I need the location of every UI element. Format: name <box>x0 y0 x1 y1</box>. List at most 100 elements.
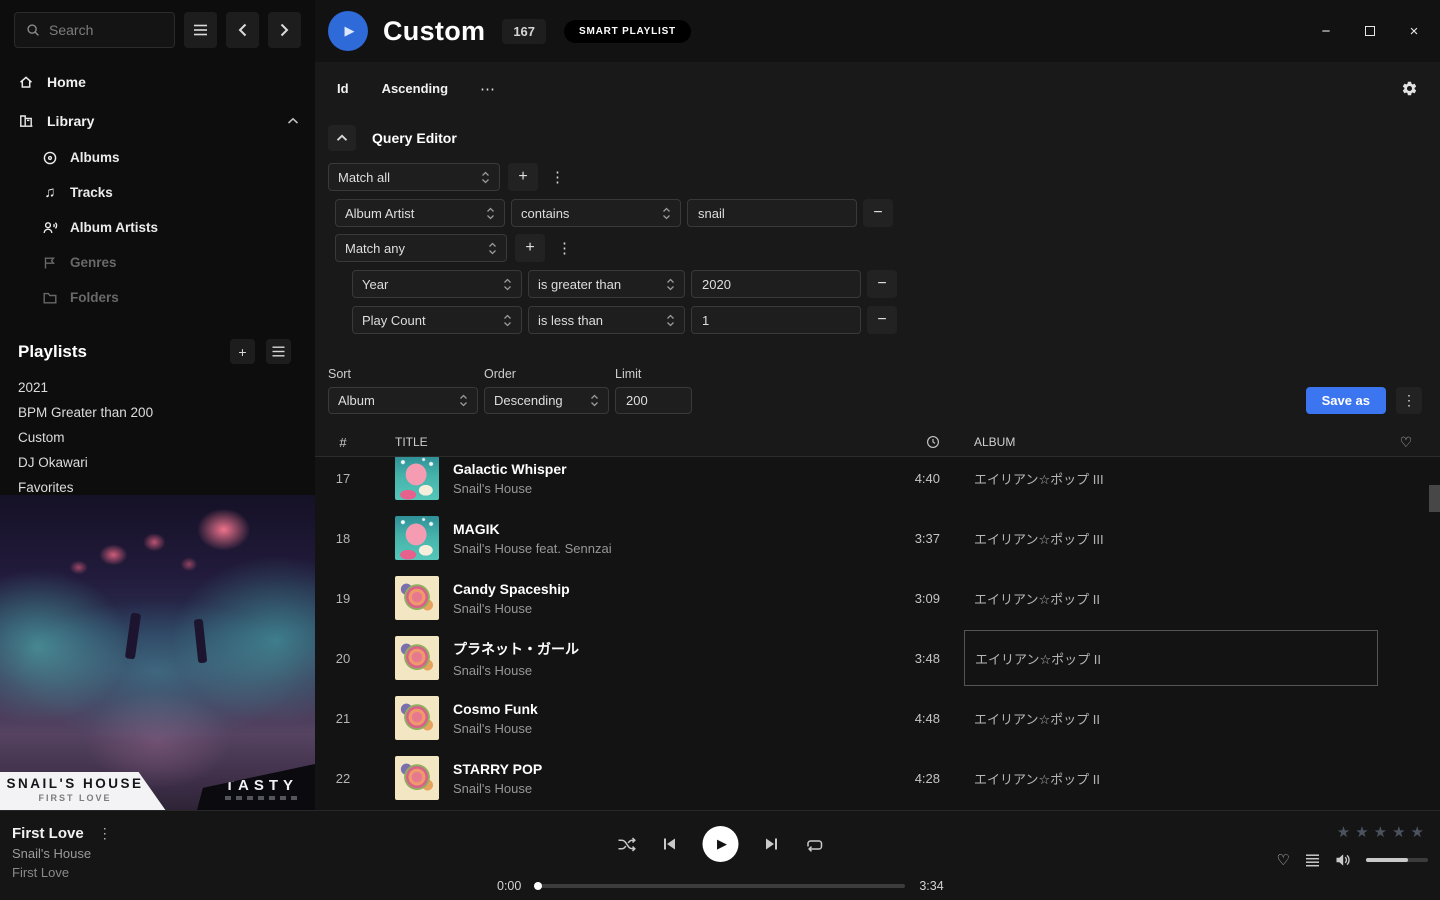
favorite-button[interactable]: ♡ <box>1277 851 1290 869</box>
next-button[interactable] <box>765 837 779 851</box>
vertical-scrollbar[interactable] <box>1429 485 1440 512</box>
remove-rule-button[interactable]: − <box>867 306 897 334</box>
nav-forward-button[interactable] <box>268 12 301 48</box>
sidebar-item-album-artists[interactable]: Album Artists <box>0 210 315 245</box>
search-input[interactable]: Search <box>14 12 175 48</box>
now-playing-artwork[interactable]: SNAIL'S HOUSE FIRST LOVE TASTY <box>0 495 315 810</box>
star-icon[interactable]: ★ <box>1392 823 1405 841</box>
queue-button[interactable] <box>1305 854 1320 867</box>
track-artwork <box>395 756 439 800</box>
rule-value-input[interactable]: snail <box>687 199 857 227</box>
menu-button[interactable] <box>184 12 217 48</box>
nav-back-button[interactable] <box>226 12 259 48</box>
table-row[interactable]: 19 Candy Spaceship Snail's House 3:09 エイ… <box>315 568 1440 628</box>
rule-operator-select[interactable]: contains <box>511 199 681 227</box>
sidebar-item-library[interactable]: Library <box>0 101 315 140</box>
chevron-right-icon <box>280 23 289 37</box>
seek-handle[interactable] <box>534 882 542 890</box>
query-limit-input[interactable]: 200 <box>615 387 692 414</box>
track-artwork <box>395 636 439 680</box>
match-type-select[interactable]: Match all <box>328 163 500 191</box>
now-playing-artist[interactable]: Snail's House <box>12 846 112 861</box>
next-icon <box>765 837 779 851</box>
window-maximize-button[interactable] <box>1354 16 1386 46</box>
add-playlist-button[interactable]: + <box>230 339 255 364</box>
shuffle-button[interactable] <box>618 837 637 852</box>
window-minimize-button[interactable]: − <box>1310 16 1342 46</box>
playlist-item[interactable]: BPM Greater than 200 <box>0 400 315 425</box>
table-row[interactable]: 18 MAGIK Snail's House feat. Sennzai 3:3… <box>315 508 1440 568</box>
chevron-up-icon[interactable] <box>287 117 299 125</box>
speaker-icon <box>1335 853 1351 867</box>
rule-field-select[interactable]: Year <box>352 270 522 298</box>
close-icon: × <box>1410 23 1419 40</box>
star-icon[interactable]: ★ <box>1355 823 1368 841</box>
star-icon[interactable]: ★ <box>1337 823 1350 841</box>
sidebar-item-label: Library <box>47 113 94 129</box>
query-options-button[interactable]: ⋮ <box>1396 387 1422 414</box>
settings-button[interactable] <box>1401 80 1418 97</box>
more-options-button[interactable]: ⋯ <box>480 80 496 98</box>
volume-button[interactable] <box>1335 853 1351 867</box>
query-sort-row: Sort Album Order Descending <box>315 365 1440 428</box>
query-editor: Query Editor Match all + ⋮ <box>315 115 1440 365</box>
window-close-button[interactable]: × <box>1398 16 1430 46</box>
artwork-label-banner: TASTY <box>197 764 315 810</box>
seek-slider[interactable] <box>535 884 905 888</box>
sort-order-button[interactable]: Ascending <box>382 81 448 96</box>
star-icon[interactable]: ★ <box>1411 823 1424 841</box>
sidebar-item-genres[interactable]: Genres <box>0 245 315 280</box>
playlist-list-button[interactable] <box>266 339 291 364</box>
column-index[interactable]: # <box>315 435 371 450</box>
artwork-title: FIRST LOVE <box>0 793 150 803</box>
play-playlist-button[interactable]: ▶ <box>328 11 368 51</box>
query-order-select[interactable]: Descending <box>484 387 609 414</box>
add-rule-button[interactable]: + <box>515 234 545 262</box>
save-as-button[interactable]: Save as <box>1306 387 1386 414</box>
sidebar-item-folders[interactable]: Folders <box>0 280 315 315</box>
playlist-item[interactable]: DJ Okawari <box>0 450 315 475</box>
table-row[interactable]: 20 プラネット・ガール Snail's House 3:48 エイリアン☆ポッ… <box>315 628 1440 688</box>
remove-rule-button[interactable]: − <box>863 199 893 227</box>
repeat-button[interactable] <box>805 837 823 852</box>
group-options-button[interactable]: ⋮ <box>553 239 576 257</box>
duration-column-clock-icon[interactable] <box>926 435 940 449</box>
favorite-column-heart-icon[interactable]: ♡ <box>1400 434 1413 451</box>
column-album[interactable]: ALBUM <box>974 435 1384 449</box>
column-title[interactable]: TITLE <box>395 435 850 449</box>
match-type-select[interactable]: Match any <box>335 234 507 262</box>
sidebar-item-label: Album Artists <box>70 220 158 235</box>
plus-icon: + <box>518 168 527 186</box>
star-icon[interactable]: ★ <box>1374 823 1387 841</box>
focused-album-cell[interactable]: エイリアン☆ポップ II <box>964 630 1378 686</box>
remove-rule-button[interactable]: − <box>867 270 897 298</box>
sidebar-item-tracks[interactable]: ♫ Tracks <box>0 175 315 210</box>
rule-operator-select[interactable]: is greater than <box>528 270 685 298</box>
rule-value-input[interactable]: 2020 <box>691 270 861 298</box>
sidebar-item-albums[interactable]: Albums <box>0 140 315 175</box>
play-pause-button[interactable]: ▶ <box>703 826 739 862</box>
playlist-item[interactable]: 2021 <box>0 375 315 400</box>
volume-slider[interactable] <box>1366 858 1428 862</box>
collapse-query-editor-button[interactable] <box>328 125 356 151</box>
group-options-button[interactable]: ⋮ <box>546 168 569 186</box>
rule-field-select[interactable]: Play Count <box>352 306 522 334</box>
playlist-item[interactable]: Custom <box>0 425 315 450</box>
track-options-button[interactable]: ⋮ <box>98 825 112 842</box>
now-playing-album[interactable]: First Love <box>12 865 112 880</box>
table-row[interactable]: 21 Cosmo Funk Snail's House 4:48 エイリアン☆ポ… <box>315 688 1440 748</box>
rule-field-select[interactable]: Album Artist <box>335 199 505 227</box>
rule-operator-select[interactable]: is less than <box>528 306 685 334</box>
updown-icon <box>590 394 599 407</box>
now-playing-title[interactable]: First Love <box>12 825 84 842</box>
rule-value-input[interactable]: 1 <box>691 306 861 334</box>
time-current: 0:00 <box>497 879 521 893</box>
sort-field-button[interactable]: Id <box>337 81 349 96</box>
add-rule-button[interactable]: + <box>508 163 538 191</box>
query-sort-select[interactable]: Album <box>328 387 478 414</box>
table-row[interactable]: 17 Galactic Whisper Snail's House 4:40 エ… <box>315 457 1440 508</box>
track-artwork <box>395 576 439 620</box>
table-row[interactable]: 22 STARRY POP Snail's House 4:28 エイリアン☆ポ… <box>315 748 1440 808</box>
sidebar-item-home[interactable]: Home <box>0 62 315 101</box>
previous-button[interactable] <box>663 837 677 851</box>
